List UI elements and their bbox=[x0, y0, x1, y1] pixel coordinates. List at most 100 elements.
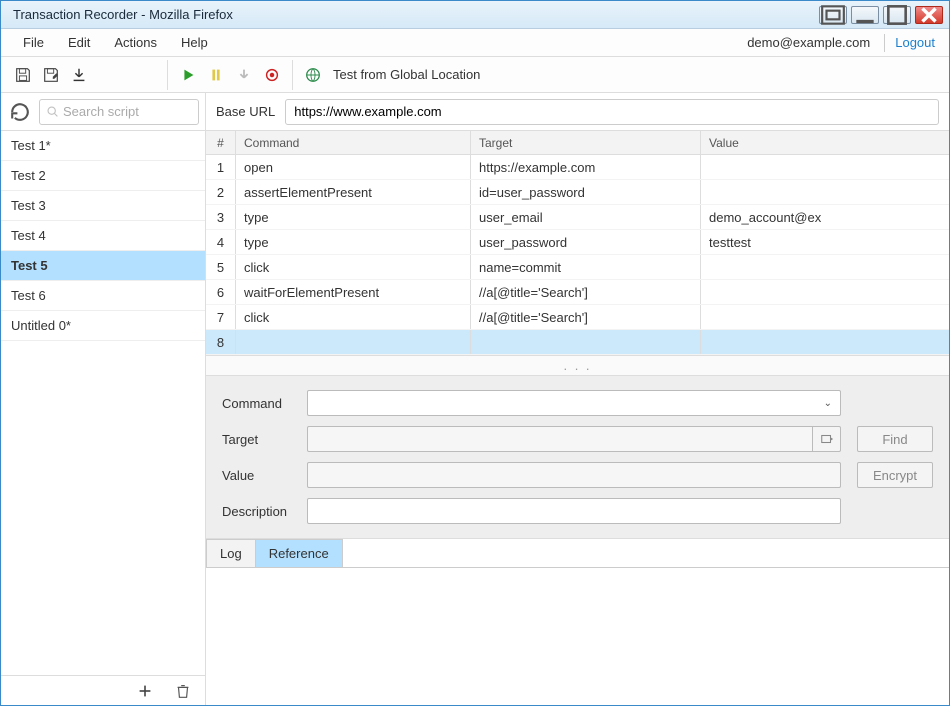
record-button[interactable] bbox=[258, 62, 286, 88]
window-minimize-button[interactable] bbox=[851, 6, 879, 24]
step-button[interactable] bbox=[230, 62, 258, 88]
grid-row[interactable]: 6waitForElementPresent//a[@title='Search… bbox=[206, 280, 949, 305]
row-target: id=user_password bbox=[471, 180, 701, 204]
base-url-label: Base URL bbox=[216, 104, 275, 119]
row-number: 8 bbox=[206, 330, 236, 354]
delete-test-button[interactable] bbox=[169, 678, 197, 704]
divider bbox=[292, 60, 293, 90]
command-editor: Command ⌄ Target Find bbox=[206, 376, 949, 539]
test-list-item[interactable]: Test 4 bbox=[1, 221, 205, 251]
row-command: waitForElementPresent bbox=[236, 280, 471, 304]
menu-actions[interactable]: Actions bbox=[102, 31, 169, 54]
row-value bbox=[701, 155, 949, 179]
grid-row[interactable]: 7click//a[@title='Search'] bbox=[206, 305, 949, 330]
divider bbox=[167, 60, 168, 90]
target-locator-button[interactable] bbox=[813, 426, 841, 452]
row-number: 1 bbox=[206, 155, 236, 179]
col-command-header[interactable]: Command bbox=[236, 131, 471, 154]
search-input[interactable]: Search script bbox=[39, 99, 199, 125]
base-url-input[interactable] bbox=[285, 99, 939, 125]
logout-link[interactable]: Logout bbox=[891, 31, 939, 54]
test-list-item[interactable]: Untitled 0* bbox=[1, 311, 205, 341]
row-value bbox=[701, 255, 949, 279]
row-number: 2 bbox=[206, 180, 236, 204]
tab-reference[interactable]: Reference bbox=[255, 539, 343, 567]
menubar: File Edit Actions Help demo@example.com … bbox=[1, 29, 949, 57]
grid-row[interactable]: 8 bbox=[206, 330, 949, 355]
target-field-label: Target bbox=[222, 432, 297, 447]
grid-header: # Command Target Value bbox=[206, 131, 949, 155]
menu-file[interactable]: File bbox=[11, 31, 56, 54]
window-titlebar: Transaction Recorder - Mozilla Firefox bbox=[1, 1, 949, 29]
pause-button[interactable] bbox=[202, 62, 230, 88]
grid-row[interactable]: 5clickname=commit bbox=[206, 255, 949, 280]
value-field[interactable] bbox=[307, 462, 841, 488]
row-number: 7 bbox=[206, 305, 236, 329]
row-command: click bbox=[236, 255, 471, 279]
row-target: //a[@title='Search'] bbox=[471, 305, 701, 329]
test-list-item[interactable]: Test 5 bbox=[1, 251, 205, 281]
tab-body bbox=[206, 568, 949, 705]
row-number: 6 bbox=[206, 280, 236, 304]
globe-icon[interactable] bbox=[299, 62, 327, 88]
encrypt-button[interactable]: Encrypt bbox=[857, 462, 933, 488]
window-close-button[interactable] bbox=[915, 6, 943, 24]
search-icon bbox=[46, 105, 59, 118]
row-value bbox=[701, 180, 949, 204]
row-value: demo_account@ex bbox=[701, 205, 949, 229]
row-target: user_email bbox=[471, 205, 701, 229]
description-field[interactable] bbox=[307, 498, 841, 524]
play-button[interactable] bbox=[174, 62, 202, 88]
row-target bbox=[471, 330, 701, 354]
col-num-header[interactable]: # bbox=[206, 131, 236, 154]
row-target: //a[@title='Search'] bbox=[471, 280, 701, 304]
test-list-item[interactable]: Test 1* bbox=[1, 131, 205, 161]
grid-row[interactable]: 4typeuser_passwordtesttest bbox=[206, 230, 949, 255]
menu-edit[interactable]: Edit bbox=[56, 31, 102, 54]
window-maximize-button[interactable] bbox=[883, 6, 911, 24]
test-list: Test 1*Test 2Test 3Test 4Test 5Test 6Unt… bbox=[1, 131, 205, 675]
add-test-button[interactable] bbox=[131, 678, 159, 704]
value-field-label: Value bbox=[222, 468, 297, 483]
row-command bbox=[236, 330, 471, 354]
row-command: click bbox=[236, 305, 471, 329]
refresh-button[interactable] bbox=[7, 99, 33, 125]
test-list-item[interactable]: Test 3 bbox=[1, 191, 205, 221]
row-target: name=commit bbox=[471, 255, 701, 279]
divider bbox=[884, 34, 885, 52]
command-field-label: Command bbox=[222, 396, 297, 411]
row-value: testtest bbox=[701, 230, 949, 254]
row-command: type bbox=[236, 230, 471, 254]
window-title: Transaction Recorder - Mozilla Firefox bbox=[7, 7, 819, 22]
col-target-header[interactable]: Target bbox=[471, 131, 701, 154]
row-number: 3 bbox=[206, 205, 236, 229]
menu-help[interactable]: Help bbox=[169, 31, 220, 54]
bottom-tabs: Log Reference bbox=[206, 539, 949, 568]
test-global-label[interactable]: Test from Global Location bbox=[333, 67, 480, 82]
grid-row[interactable]: 2assertElementPresentid=user_password bbox=[206, 180, 949, 205]
grid-row[interactable]: 3typeuser_emaildemo_account@ex bbox=[206, 205, 949, 230]
window-aux-button[interactable] bbox=[819, 6, 847, 24]
test-list-item[interactable]: Test 2 bbox=[1, 161, 205, 191]
row-command: type bbox=[236, 205, 471, 229]
sidebar: Search script Test 1*Test 2Test 3Test 4T… bbox=[1, 93, 206, 705]
find-button[interactable]: Find bbox=[857, 426, 933, 452]
row-command: open bbox=[236, 155, 471, 179]
resize-handle[interactable]: . . . bbox=[206, 356, 949, 376]
row-command: assertElementPresent bbox=[236, 180, 471, 204]
target-field[interactable] bbox=[307, 426, 813, 452]
test-list-item[interactable]: Test 6 bbox=[1, 281, 205, 311]
row-number: 5 bbox=[206, 255, 236, 279]
download-button[interactable] bbox=[65, 62, 93, 88]
row-value bbox=[701, 305, 949, 329]
row-target: https://example.com bbox=[471, 155, 701, 179]
save-as-button[interactable] bbox=[37, 62, 65, 88]
tab-log[interactable]: Log bbox=[206, 539, 256, 567]
grid-body: 1openhttps://example.com2assertElementPr… bbox=[206, 155, 949, 355]
save-button[interactable] bbox=[9, 62, 37, 88]
command-field[interactable]: ⌄ bbox=[307, 390, 841, 416]
grid-row[interactable]: 1openhttps://example.com bbox=[206, 155, 949, 180]
col-value-header[interactable]: Value bbox=[701, 131, 949, 154]
current-user: demo@example.com bbox=[739, 31, 878, 54]
search-placeholder: Search script bbox=[63, 104, 139, 119]
